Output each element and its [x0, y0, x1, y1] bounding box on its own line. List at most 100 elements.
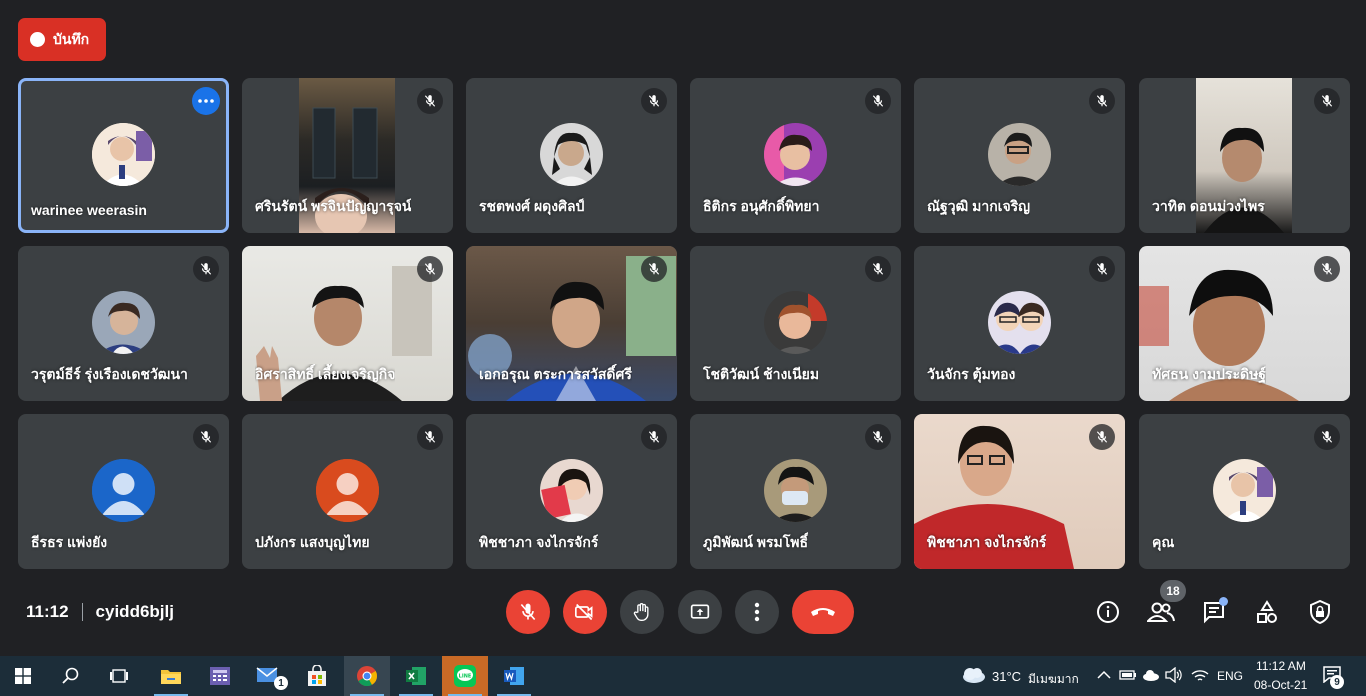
participant-name: พิชชาภา จงไกรจักร์ [479, 534, 599, 550]
mic-off-icon [641, 256, 667, 282]
people-icon [1147, 602, 1175, 622]
present-screen-button[interactable] [678, 590, 722, 634]
participant-tile[interactable]: อิศราสิทธิ์ เลี้ยงเจริญกิจ [242, 246, 453, 401]
clock-time[interactable]: 11:12 AM [1256, 659, 1306, 673]
activities-button[interactable] [1251, 596, 1283, 628]
raise-hand-button[interactable] [620, 590, 664, 634]
raise-hand-icon [633, 603, 649, 621]
mic-off-icon [1314, 88, 1340, 114]
participant-name: พิชชาภา จงไกรจักร์ [927, 534, 1047, 550]
chevron-up-icon[interactable] [1097, 670, 1111, 680]
mic-off-icon [193, 424, 219, 450]
leave-call-button[interactable] [792, 590, 854, 634]
participant-tile[interactable]: วาทิต ดอนม่วงไพร [1139, 78, 1350, 233]
participant-avatar [92, 123, 155, 186]
meeting-info-button[interactable] [1092, 596, 1124, 628]
mic-off-icon [520, 603, 536, 621]
participant-tile[interactable]: ณัฐวุฒิ มากเจริญ [914, 78, 1125, 233]
weather-description[interactable]: มีเมฆมาก [1028, 670, 1079, 689]
word-icon [504, 667, 524, 685]
meet-window: บันทึก warinee weerasin ศรินรัตน์ พรจินป… [0, 0, 1366, 656]
participant-tile[interactable]: รชตพงศ์ ผดุงศิลป์ [466, 78, 677, 233]
participant-tile[interactable]: ธิติกร อนุศักดิ์พิทยา [690, 78, 901, 233]
wifi-icon[interactable] [1191, 667, 1209, 683]
mic-off-icon [1314, 256, 1340, 282]
participant-tile[interactable]: ปภังกร แสงบุญไทย [242, 414, 453, 569]
speaker-volume-icon[interactable] [1165, 667, 1183, 683]
participant-avatar [92, 291, 155, 354]
participant-name: คุณ [1152, 534, 1175, 550]
clock-date[interactable]: 08-Oct-21 [1254, 678, 1307, 692]
search-button[interactable] [48, 656, 94, 696]
recording-badge[interactable]: บันทึก [18, 18, 106, 61]
onedrive-cloud-icon[interactable] [1142, 668, 1160, 682]
store-app[interactable] [294, 656, 340, 696]
mic-off-icon [641, 424, 667, 450]
participant-name: วรุตม์ธีร์ รุ่งเรืองเดชวัฒนา [31, 366, 188, 382]
participant-name: warinee weerasin [31, 202, 147, 218]
mail-badge: 1 [274, 676, 288, 690]
mail-app[interactable]: 1 [246, 656, 292, 696]
calculator-app[interactable] [197, 656, 243, 696]
excel-icon [406, 667, 426, 685]
record-dot-icon [30, 32, 45, 47]
participant-tile[interactable]: วันจักร ตุ้มทอง [914, 246, 1125, 401]
shield-lock-icon [1310, 600, 1330, 624]
task-view-icon [110, 669, 128, 683]
mic-off-icon [193, 256, 219, 282]
participant-avatar [764, 123, 827, 186]
participant-tile[interactable]: ภูมิพัฒน์ พรมโพธิ์ [690, 414, 901, 569]
windows-logo-icon [15, 668, 31, 684]
participant-name: วาทิต ดอนม่วงไพร [1152, 198, 1265, 214]
chat-notification-dot [1219, 597, 1228, 606]
participant-tile[interactable]: ศรินรัตน์ พรจินปัญญารุจน์ [242, 78, 453, 233]
mic-off-icon [1314, 424, 1340, 450]
svg-text:LINE: LINE [459, 674, 472, 680]
activities-icon [1257, 600, 1277, 623]
notification-center-button[interactable]: 9 [1322, 665, 1348, 689]
folder-icon [161, 670, 181, 684]
info-icon [1097, 601, 1119, 623]
start-button[interactable] [0, 656, 46, 696]
line-app[interactable]: LINE [442, 656, 488, 696]
participant-tile[interactable]: ทัศธน งามประดิษฐ์ [1139, 246, 1350, 401]
participant-name: วันจักร ตุ้มทอง [927, 366, 1016, 382]
host-controls-button[interactable] [1304, 596, 1336, 628]
meeting-details: 11:12 cyidd6bjlj [26, 602, 174, 622]
participant-tile[interactable]: พิชชาภา จงไกรจักร์ [466, 414, 677, 569]
participant-avatar [540, 123, 603, 186]
battery-icon[interactable] [1119, 668, 1137, 682]
participant-avatar [1213, 459, 1276, 522]
task-view-button[interactable] [96, 656, 142, 696]
mic-off-icon [641, 88, 667, 114]
input-language[interactable]: ENG [1217, 669, 1243, 683]
mic-off-icon [865, 256, 891, 282]
weather-temperature[interactable]: 31°C [992, 669, 1021, 684]
participant-tile[interactable]: warinee weerasin [18, 78, 229, 233]
participant-tile[interactable]: ธีรธร แพ่งยัง [18, 414, 229, 569]
excel-app[interactable] [393, 656, 439, 696]
more-options-icon [754, 602, 760, 622]
mic-off-icon [1089, 256, 1115, 282]
participant-name: ปภังกร แสงบุญไทย [255, 534, 370, 550]
participant-name: โชติวัฒน์ ช้างเนียม [703, 366, 820, 382]
word-app[interactable] [491, 656, 537, 696]
participant-avatar [764, 459, 827, 522]
more-options-icon[interactable] [192, 87, 220, 115]
mic-off-icon [1089, 424, 1115, 450]
mic-off-icon [417, 88, 443, 114]
participant-tile[interactable]: วรุตม์ธีร์ รุ่งเรืองเดชวัฒนา [18, 246, 229, 401]
notification-count-badge: 9 [1330, 675, 1344, 689]
line-chat-icon: LINE [454, 665, 476, 687]
participant-tile[interactable]: โชติวัฒน์ ช้างเนียม [690, 246, 901, 401]
participant-tile[interactable]: เอกอรุณ ตระการสวัสดิ์ศรี [466, 246, 677, 401]
participant-tile[interactable]: คุณ [1139, 414, 1350, 569]
chrome-app[interactable] [344, 656, 390, 696]
mic-toggle-button[interactable] [506, 590, 550, 634]
chrome-icon [357, 666, 378, 687]
camera-toggle-button[interactable] [563, 590, 607, 634]
more-options-button[interactable] [735, 590, 779, 634]
people-button[interactable] [1145, 596, 1177, 628]
file-explorer-app[interactable] [148, 656, 194, 696]
participant-tile[interactable]: พิชชาภา จงไกรจักร์ [914, 414, 1125, 569]
